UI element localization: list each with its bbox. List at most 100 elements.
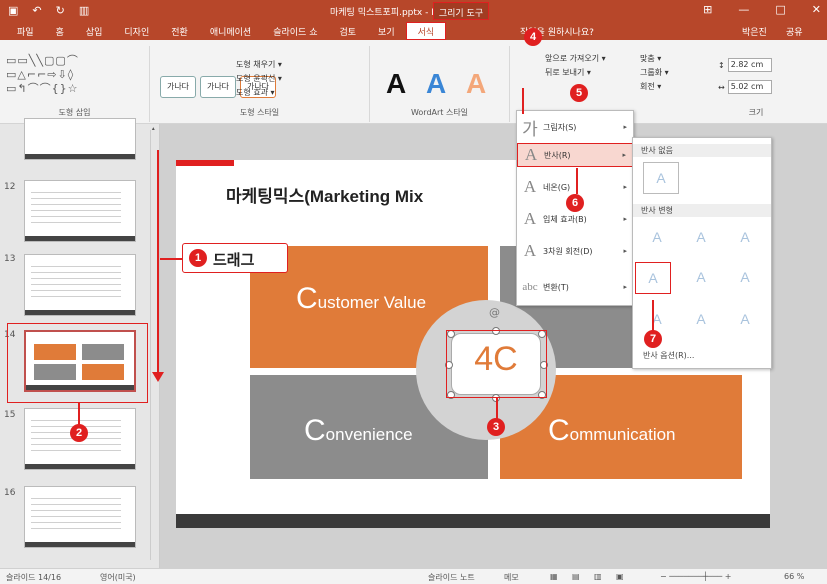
language-indicator[interactable]: 영어(미국) bbox=[100, 572, 136, 583]
menu-item-reflection[interactable]: A 반사(R) ▸ bbox=[517, 143, 633, 167]
label-communication: Communication bbox=[548, 414, 676, 447]
user-name[interactable]: 박은진 bbox=[742, 25, 767, 38]
callout-3-connector bbox=[496, 398, 498, 420]
callout-7-connector bbox=[652, 300, 654, 332]
reflection-none-option[interactable]: A bbox=[643, 162, 679, 194]
title-bar: ▣ ↶ ↻ ▥ 마케팅 믹스트포피.pptx - PowerPoint 그리기 … bbox=[0, 0, 827, 22]
slide-thumbnail-16[interactable] bbox=[24, 486, 136, 548]
reflection-variant-1[interactable]: A bbox=[639, 222, 675, 254]
drag-arrow-line bbox=[157, 150, 159, 378]
reflection-options-link[interactable]: 반사 옵션(R)... bbox=[643, 350, 694, 361]
slide-thumbnail-11[interactable] bbox=[24, 118, 136, 160]
reflection-variant-4[interactable]: A bbox=[635, 262, 671, 294]
callout-2-connector bbox=[78, 403, 80, 425]
height-input[interactable]: 2.82 cm bbox=[727, 58, 772, 72]
bring-forward-button[interactable]: 앞으로 가져오기 ▾ bbox=[545, 52, 606, 66]
tab-review[interactable]: 검토 bbox=[328, 25, 367, 38]
zoom-level[interactable]: 66 % bbox=[784, 572, 804, 581]
menu-item-transform[interactable]: abc 변환(T) ▸ bbox=[517, 275, 633, 299]
no-reflection-header: 반사 없음 bbox=[633, 144, 771, 157]
minimize-icon[interactable]: — bbox=[738, 3, 749, 16]
ribbon-display-icon[interactable]: ⊞ bbox=[703, 3, 712, 16]
window-controls: ⊞ — □ ✕ bbox=[703, 3, 821, 16]
reflection-icon: A bbox=[524, 145, 538, 164]
shape-effects-button[interactable]: 도형 효과 ▾ bbox=[236, 86, 282, 100]
redo-icon[interactable]: ↻ bbox=[56, 4, 65, 17]
width-row: ↔ 5.02 cm bbox=[718, 80, 772, 94]
view-slideshow-icon[interactable]: ▣ bbox=[616, 572, 624, 581]
group-button[interactable]: 그룹화 ▾ bbox=[640, 66, 669, 80]
rotation-handle[interactable]: @ bbox=[489, 306, 500, 319]
view-sorter-icon[interactable]: ▤ bbox=[572, 572, 580, 581]
title-accent-bar bbox=[176, 160, 234, 166]
slide-thumbnail-12[interactable] bbox=[24, 180, 136, 242]
slide-number: 12 bbox=[4, 182, 16, 192]
slide-number: 13 bbox=[4, 254, 16, 264]
view-reading-icon[interactable]: ▥ bbox=[594, 572, 602, 581]
quick-access-toolbar: ▣ ↶ ↻ ▥ bbox=[8, 4, 89, 17]
reflection-variant-9[interactable]: A bbox=[727, 304, 763, 336]
tab-transitions[interactable]: 전환 bbox=[160, 25, 199, 38]
glow-icon: A bbox=[523, 177, 537, 196]
transform-icon: abc bbox=[522, 281, 538, 293]
shape-outline-button[interactable]: 도형 윤곽선 ▾ bbox=[236, 72, 282, 86]
shape-style-2[interactable]: 가나다 bbox=[200, 76, 236, 98]
tab-insert[interactable]: 삽입 bbox=[75, 25, 114, 38]
tab-design[interactable]: 디자인 bbox=[113, 25, 160, 38]
undo-icon[interactable]: ↶ bbox=[32, 4, 41, 17]
tab-format[interactable]: 서식 bbox=[405, 22, 447, 40]
group-label-shape-styles: 도형 스타일 bbox=[239, 108, 280, 117]
comments-button[interactable]: 메모 bbox=[504, 572, 519, 583]
shapes-gallery[interactable]: ▭▭╲╲▢▢⌒ ▭△⌐⌐⇨⇩◊ ▭↰⌒⌒{}☆ bbox=[6, 54, 79, 96]
menu-item-shadow[interactable]: 가 그림자(S) ▸ bbox=[517, 115, 633, 139]
reflection-variant-5[interactable]: A bbox=[683, 262, 719, 294]
shape-fill-button[interactable]: 도형 채우기 ▾ bbox=[236, 58, 282, 72]
zoom-slider[interactable]: − ───────┼─── + bbox=[660, 572, 731, 581]
slide-thumbnail-13[interactable] bbox=[24, 254, 136, 316]
status-bar: 슬라이드 14/16 영어(미국) 슬라이드 노트 메모 ▦ ▤ ▥ ▣ − ─… bbox=[0, 568, 827, 584]
wordart-style-orange[interactable]: A bbox=[466, 68, 486, 100]
tab-slideshow[interactable]: 슬라이드 쇼 bbox=[262, 25, 328, 38]
notes-button[interactable]: 슬라이드 노트 bbox=[428, 572, 475, 583]
drag-label-text: 드래그 bbox=[213, 251, 255, 269]
reflection-variant-3[interactable]: A bbox=[727, 222, 763, 254]
label-customer-value: Customer Value bbox=[296, 282, 427, 315]
maximize-icon[interactable]: □ bbox=[775, 3, 785, 16]
3d-rotation-icon: A bbox=[523, 241, 537, 260]
step-2-marker: 2 bbox=[70, 424, 88, 442]
close-icon[interactable]: ✕ bbox=[812, 3, 821, 16]
shape-style-1[interactable]: 가나다 bbox=[160, 76, 196, 98]
align-button[interactable]: 맞춤 ▾ bbox=[640, 52, 669, 66]
arrange-commands-2: 맞춤 ▾ 그룹화 ▾ 회전 ▾ bbox=[640, 52, 669, 94]
step-3-marker: 3 bbox=[487, 418, 505, 436]
save-icon[interactable]: ▣ bbox=[8, 4, 18, 17]
reflection-variations-header: 반사 변형 bbox=[633, 204, 771, 217]
width-input[interactable]: 5.02 cm bbox=[727, 80, 772, 94]
slide-title[interactable]: 마케팅믹스(Marketing Mix bbox=[226, 182, 423, 207]
callout-6-connector bbox=[576, 168, 578, 194]
step-1-marker: 1 bbox=[189, 249, 207, 267]
reflection-variant-6[interactable]: A bbox=[727, 262, 763, 294]
ribbon-tabs: 파일 홈 삽입 디자인 전환 애니메이션 슬라이드 쇼 검토 보기 서식 작업을… bbox=[0, 22, 827, 40]
send-backward-button[interactable]: 뒤로 보내기 ▾ bbox=[545, 66, 606, 80]
menu-item-3d-rotation[interactable]: A 3차원 회전(D) ▸ bbox=[517, 239, 633, 263]
selection-highlight bbox=[446, 330, 547, 398]
label-convenience: Convenience bbox=[304, 414, 413, 447]
rotate-button[interactable]: 회전 ▾ bbox=[640, 80, 669, 94]
group-label-wordart: WordArt 스타일 bbox=[410, 108, 469, 117]
wordart-style-black[interactable]: A bbox=[386, 68, 406, 100]
tab-animations[interactable]: 애니메이션 bbox=[199, 25, 262, 38]
wordart-style-blue[interactable]: A bbox=[426, 68, 446, 100]
tab-file[interactable]: 파일 bbox=[6, 25, 45, 38]
present-icon[interactable]: ▥ bbox=[79, 4, 89, 17]
share-button[interactable]: 공유 bbox=[786, 25, 803, 38]
tab-view[interactable]: 보기 bbox=[367, 25, 406, 38]
view-normal-icon[interactable]: ▦ bbox=[550, 572, 558, 581]
width-icon: ↔ bbox=[718, 82, 725, 92]
reflection-variant-8[interactable]: A bbox=[683, 304, 719, 336]
tab-home[interactable]: 홈 bbox=[45, 25, 75, 38]
bevel-icon: A bbox=[523, 209, 537, 228]
slide-position: 슬라이드 14/16 bbox=[6, 573, 62, 582]
group-label-insert-shapes: 도형 삽입 bbox=[58, 108, 91, 117]
reflection-variant-2[interactable]: A bbox=[683, 222, 719, 254]
